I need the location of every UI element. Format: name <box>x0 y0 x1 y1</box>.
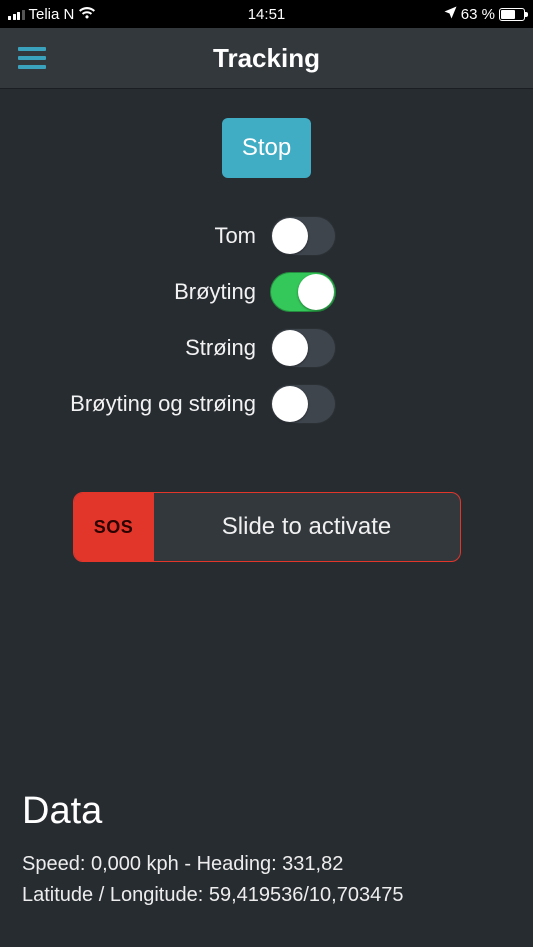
signal-icon <box>8 8 25 20</box>
wifi-icon <box>78 6 96 23</box>
toggle-label: Brøyting og strøing <box>0 391 270 417</box>
data-section: Data Speed: 0,000 kph - Heading: 331,82 … <box>0 790 533 947</box>
data-speed-heading: Speed: 0,000 kph - Heading: 331,82 <box>22 849 511 880</box>
toggle-row-tom: Tom <box>0 208 533 264</box>
carrier-label: Telia N <box>29 6 75 23</box>
battery-icon <box>499 8 525 21</box>
toggle-label: Brøyting <box>0 279 270 305</box>
location-icon <box>444 6 457 23</box>
battery-pct-label: 63 % <box>461 6 495 23</box>
toggle-switch-broyting-stroing[interactable] <box>270 384 336 424</box>
toggle-row-broyting: Brøyting <box>0 264 533 320</box>
sos-handle[interactable]: SOS <box>74 493 154 561</box>
app-header: Tracking <box>0 28 533 88</box>
data-heading: Data <box>22 790 511 833</box>
data-latlon: Latitude / Longitude: 59,419536/10,70347… <box>22 880 511 911</box>
battery-fill <box>501 10 515 19</box>
menu-button[interactable] <box>18 47 46 69</box>
clock-label: 14:51 <box>248 6 286 23</box>
toggle-label: Strøing <box>0 335 270 361</box>
sos-track-label: Slide to activate <box>154 513 460 541</box>
page-title: Tracking <box>213 43 320 74</box>
toggle-row-broyting-stroing: Brøyting og strøing <box>0 376 533 432</box>
toggle-switch-tom[interactable] <box>270 216 336 256</box>
sos-slider[interactable]: SOS Slide to activate <box>73 492 461 562</box>
main-content: Stop Tom Brøyting Strøing Brøyting og st… <box>0 88 533 947</box>
toggle-switch-stroing[interactable] <box>270 328 336 368</box>
toggle-label: Tom <box>0 223 270 249</box>
toggle-row-stroing: Strøing <box>0 320 533 376</box>
statusbar: Telia N 14:51 63 % <box>0 0 533 28</box>
stop-button[interactable]: Stop <box>222 118 311 178</box>
toggle-switch-broyting[interactable] <box>270 272 336 312</box>
